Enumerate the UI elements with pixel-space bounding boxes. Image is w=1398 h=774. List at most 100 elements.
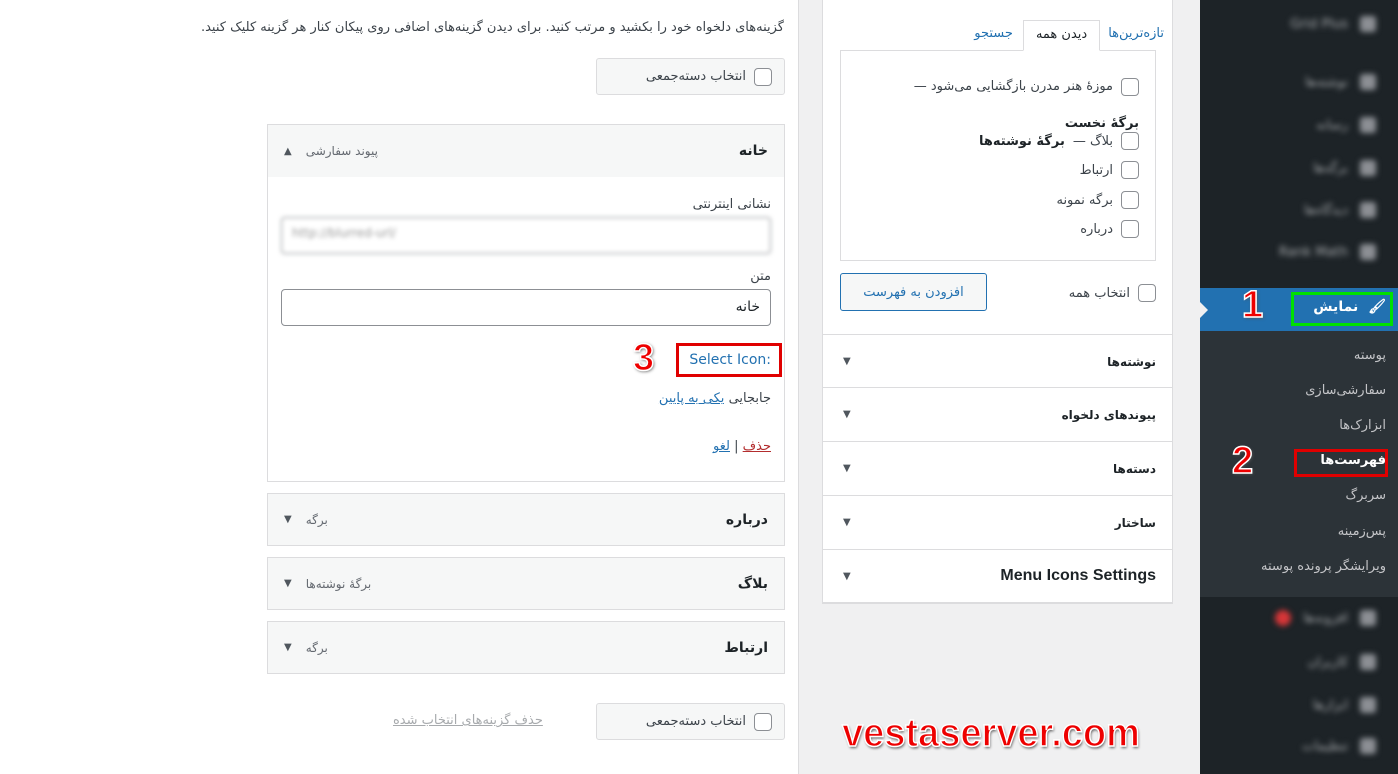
remove-selected-link[interactable]: حذف گزینه‌های انتخاب شده bbox=[393, 713, 543, 728]
sidebar-item[interactable]: افزونه‌ها bbox=[1275, 610, 1376, 626]
expand-arrow-icon: ▼ bbox=[843, 463, 851, 474]
expand-arrow-icon: ▼ bbox=[843, 409, 851, 420]
sidebar-item[interactable]: ابزارها bbox=[1313, 697, 1376, 713]
section-posts[interactable]: نوشته‌ها ▼ bbox=[823, 334, 1172, 388]
page-label: موزهٔ هنر مدرن بازگشایی می‌شود — bbox=[913, 79, 1113, 94]
menu-item-title: ارتباط bbox=[724, 639, 768, 656]
sidebar-label: افزونه‌ها bbox=[1303, 610, 1348, 626]
pages-tabs: تازه‌ترین‌ها دیدن همه جستجو bbox=[964, 20, 1172, 51]
sidebar-item[interactable]: Grid Plus bbox=[1290, 16, 1376, 32]
page-option[interactable]: موزهٔ هنر مدرن بازگشایی می‌شود — برگهٔ نخ… bbox=[849, 72, 1139, 138]
menu-item-title: درباره bbox=[725, 511, 768, 528]
menu-item-type: برگهٔ نوشته‌ها bbox=[305, 576, 372, 591]
menu-item-title: بلاگ bbox=[737, 575, 768, 592]
sidebar-label: رسانه bbox=[1316, 117, 1348, 133]
sidebar-label: دیدگاه‌ها bbox=[1303, 202, 1348, 218]
move-down-link[interactable]: یکی به پایین bbox=[659, 391, 725, 406]
section-title: Menu Icons Settings bbox=[1000, 567, 1156, 584]
delete-link[interactable]: حذف bbox=[743, 439, 771, 454]
section-menu-icons-settings[interactable]: Menu Icons Settings ▼ bbox=[823, 549, 1172, 603]
page-option[interactable]: ارتباط bbox=[1080, 161, 1139, 179]
sidebar-item[interactable]: Rank Math bbox=[1279, 244, 1376, 260]
checkbox[interactable] bbox=[1121, 161, 1139, 179]
current-arrow bbox=[1200, 302, 1208, 318]
expand-arrow-icon[interactable]: ▼ bbox=[284, 514, 292, 525]
section-title: پیوندهای دلخواه bbox=[1061, 407, 1156, 422]
highlight-box-appearance bbox=[1291, 292, 1393, 326]
checkbox[interactable] bbox=[754, 67, 772, 86]
step-number-1: 1 bbox=[1241, 283, 1264, 327]
menu-item-title: خانه bbox=[738, 143, 768, 159]
section-title: دسته‌ها bbox=[1113, 461, 1156, 476]
section-custom-links[interactable]: پیوندهای دلخواه ▼ bbox=[823, 387, 1172, 441]
checkbox[interactable] bbox=[754, 712, 772, 731]
section-title: نوشته‌ها bbox=[1107, 354, 1156, 369]
move-row: جابجایی یکی به پایین bbox=[659, 391, 771, 406]
page-option[interactable]: بلاگ — برگهٔ نوشته‌ها bbox=[979, 132, 1139, 150]
submenu-customize[interactable]: سفارشی‌سازی bbox=[1305, 383, 1386, 398]
bulk-select-bottom[interactable]: انتخاب دسته‌جمعی bbox=[596, 703, 785, 740]
separator: | bbox=[734, 439, 739, 454]
watermark: vestaserver.com bbox=[841, 710, 1140, 756]
navigation-label-input[interactable]: خانه bbox=[281, 289, 771, 326]
move-label: جابجایی bbox=[728, 391, 771, 406]
sidebar-label: Rank Math bbox=[1278, 244, 1348, 260]
expand-arrow-icon[interactable]: ▼ bbox=[284, 642, 292, 653]
sidebar-item[interactable]: کاربران bbox=[1308, 654, 1376, 670]
menu-item-home[interactable]: خانه پیوند سفارشی ▲ bbox=[267, 124, 785, 178]
collapse-arrow-icon[interactable]: ▲ bbox=[284, 146, 292, 157]
text-label: متن bbox=[750, 269, 771, 284]
expand-arrow-icon[interactable]: ▼ bbox=[284, 578, 292, 589]
bulk-select-top[interactable]: انتخاب دسته‌جمعی bbox=[596, 58, 785, 95]
expand-arrow-icon: ▼ bbox=[843, 356, 851, 367]
page-label: درباره bbox=[1080, 221, 1113, 237]
submenu-header[interactable]: سربرگ bbox=[1346, 488, 1387, 503]
submenu-background[interactable]: پس‌زمینه bbox=[1338, 524, 1386, 539]
sidebar-item[interactable]: رسانه bbox=[1316, 117, 1376, 133]
section-formats[interactable]: ساختار ▼ bbox=[823, 495, 1172, 549]
menu-item-type: پیوند سفارشی bbox=[305, 144, 378, 158]
menu-item-blog[interactable]: بلاگ برگهٔ نوشته‌ها ▼ bbox=[267, 557, 785, 610]
submenu-theme-editor[interactable]: ویرایشگر پرونده پوسته bbox=[1261, 559, 1386, 574]
tab-most-recent[interactable]: تازه‌ترین‌ها bbox=[1100, 20, 1172, 51]
page-option[interactable]: درباره bbox=[1080, 220, 1139, 238]
submenu-themes[interactable]: پوسته bbox=[1354, 348, 1386, 363]
highlight-box-menus bbox=[1294, 449, 1388, 477]
cancel-link[interactable]: لغو bbox=[713, 439, 730, 454]
checkbox[interactable] bbox=[1121, 77, 1139, 96]
sidebar-label: تنظیمات bbox=[1302, 738, 1348, 754]
sidebar-item[interactable]: نوشته‌ها bbox=[1305, 74, 1376, 90]
checkbox[interactable] bbox=[1138, 284, 1156, 302]
admin-sidebar: Grid Plus نوشته‌ها رسانه برگه‌ها دیدگاه‌… bbox=[1200, 0, 1398, 774]
page-option[interactable]: برگه نمونه bbox=[1056, 191, 1139, 209]
menu-item-contact[interactable]: ارتباط برگه ▼ bbox=[267, 621, 785, 674]
section-categories[interactable]: دسته‌ها ▼ bbox=[823, 441, 1172, 495]
highlight-box-icon bbox=[676, 343, 782, 377]
select-all[interactable]: انتخاب همه bbox=[1069, 284, 1156, 302]
bulk-select-label: انتخاب دسته‌جمعی bbox=[645, 714, 746, 729]
url-input[interactable]: http://blurred-url/ bbox=[281, 217, 771, 254]
menu-structure-panel: گزینه‌های دلخواه خود را بکشید و مرتب کنی… bbox=[0, 0, 799, 774]
expand-arrow-icon: ▼ bbox=[843, 517, 851, 528]
checkbox[interactable] bbox=[1121, 191, 1139, 209]
submenu-widgets[interactable]: ابزارک‌ها bbox=[1339, 418, 1386, 433]
add-to-menu-button[interactable]: افزودن به فهرست bbox=[840, 273, 987, 311]
step-number-3: 3 bbox=[632, 336, 655, 380]
sidebar-label: برگه‌ها bbox=[1313, 160, 1348, 176]
sidebar-item[interactable]: دیدگاه‌ها bbox=[1304, 202, 1376, 218]
sidebar-label: ابزارها bbox=[1312, 697, 1348, 713]
menu-item-about[interactable]: درباره برگه ▼ bbox=[267, 493, 785, 546]
checkbox[interactable] bbox=[1121, 132, 1139, 150]
expand-arrow-icon: ▼ bbox=[843, 570, 851, 582]
tab-view-all[interactable]: دیدن همه bbox=[1022, 20, 1101, 51]
checkbox[interactable] bbox=[1121, 220, 1139, 238]
sidebar-label: کاربران bbox=[1307, 654, 1348, 670]
url-label: نشانی اینترنتی bbox=[692, 197, 771, 212]
instructions: گزینه‌های دلخواه خود را بکشید و مرتب کنی… bbox=[200, 20, 784, 35]
page-label: ارتباط bbox=[1079, 162, 1113, 178]
tab-search[interactable]: جستجو bbox=[964, 20, 1023, 51]
sidebar-item[interactable]: برگه‌ها bbox=[1313, 160, 1376, 176]
menu-item-type: برگه bbox=[305, 512, 328, 527]
menu-item-type: برگه bbox=[305, 640, 328, 655]
sidebar-item[interactable]: تنظیمات bbox=[1302, 738, 1376, 754]
